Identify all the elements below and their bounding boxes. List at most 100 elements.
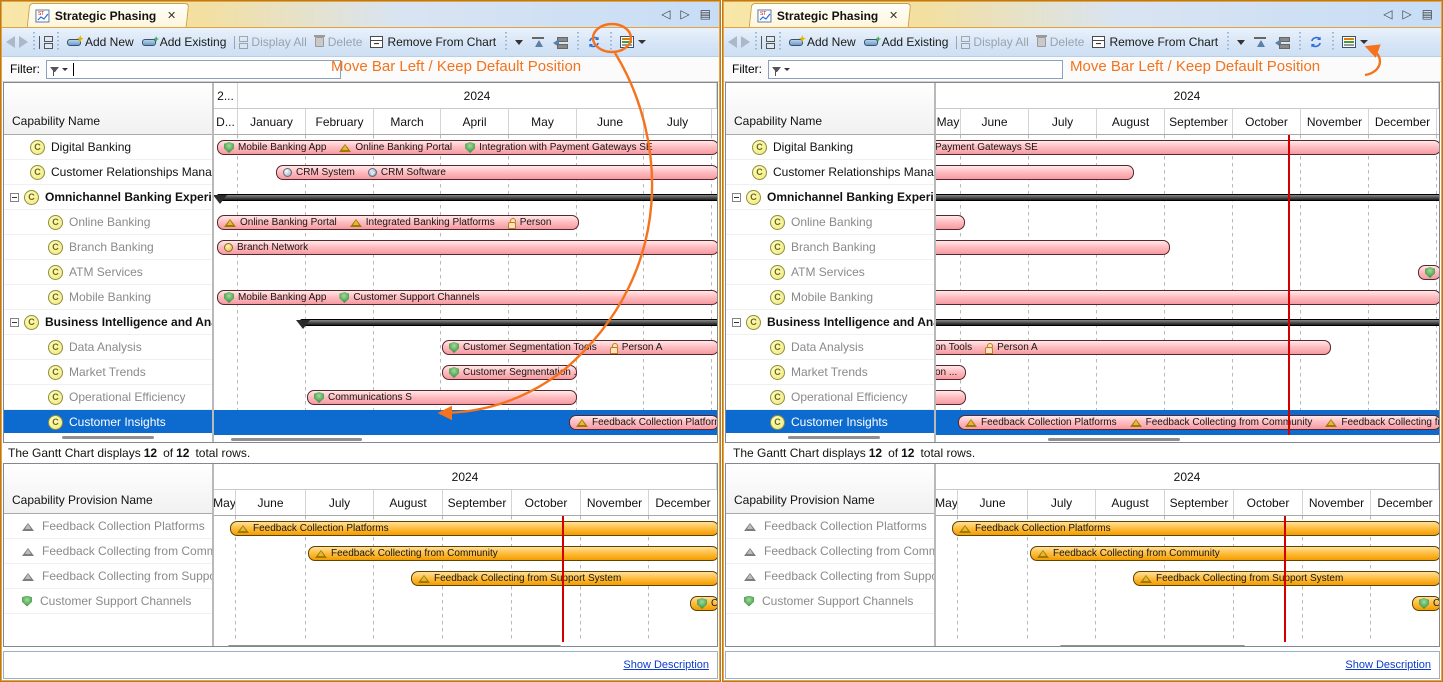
tree-row[interactable]: Feedback Collection Platforms: [4, 514, 212, 539]
gantt-bar[interactable]: Customer Segmentation ...: [442, 365, 577, 380]
back-icon[interactable]: [728, 36, 737, 48]
gantt-bar[interactable]: CRM SystemCRM Software: [276, 165, 717, 180]
tab-list-icon[interactable]: ▤: [1422, 7, 1433, 21]
tree-row[interactable]: Customer Support Channels: [726, 589, 934, 614]
gantt-row[interactable]: Feedback Collecting from Community: [936, 541, 1439, 566]
tree-row[interactable]: CBranch Banking: [4, 235, 212, 260]
select-in-containment-tree-icon[interactable]: [39, 36, 52, 49]
tree-row[interactable]: Feedback Collecting from Community: [4, 539, 212, 564]
chart-horizontal-scrollbar[interactable]: [936, 642, 1439, 646]
filter-input[interactable]: [768, 60, 1063, 79]
tab-scroll-left-icon[interactable]: ◁: [661, 7, 670, 21]
gantt-bar[interactable]: Feedback Collecting from Community: [308, 546, 717, 561]
gantt-row[interactable]: Customer Segmentation ToolsPerson A: [214, 335, 717, 360]
collapse-expander-icon[interactable]: [10, 193, 19, 202]
chart-options-dropdown[interactable]: [511, 38, 527, 47]
gantt-row[interactable]: Feedback Collecting from Community: [214, 541, 717, 566]
tree-horizontal-scrollbar[interactable]: [726, 433, 934, 442]
gantt-row[interactable]: on ...: [936, 360, 1439, 385]
filter-funnel-icon[interactable]: [772, 67, 781, 72]
tree-row[interactable]: CBusiness Intelligence and Analytics: [726, 310, 934, 335]
gantt-row[interactable]: C: [936, 260, 1439, 285]
filter-funnel-icon[interactable]: [50, 67, 59, 72]
filter-input[interactable]: [46, 60, 341, 79]
gantt-bar[interactable]: Online Banking PortalIntegrated Banking …: [217, 215, 579, 230]
add-new-button[interactable]: ✦ Add New: [63, 33, 138, 51]
scrollbar-thumb[interactable]: [1060, 645, 1245, 646]
gantt-row[interactable]: Mobile Banking AppCustomer Support Chann…: [214, 285, 717, 310]
tree-row[interactable]: CBusiness Intelligence and Analytics: [4, 310, 212, 335]
gantt-row[interactable]: Communications S: [214, 385, 717, 410]
tree-row[interactable]: CATM Services: [4, 260, 212, 285]
collapse-expander-icon[interactable]: [732, 318, 741, 327]
add-existing-button[interactable]: + Add Existing: [860, 33, 953, 51]
gantt-row[interactable]: [936, 385, 1439, 410]
gantt-bar[interactable]: [936, 290, 1439, 305]
gantt-row[interactable]: Customer Segmentation ...: [214, 360, 717, 385]
tree-row[interactable]: Feedback Collecting from Support System: [726, 564, 934, 589]
tree-row[interactable]: CDigital Banking: [4, 135, 212, 160]
gantt-bar[interactable]: on ToolsPerson A: [936, 340, 1331, 355]
gantt-row[interactable]: [936, 185, 1439, 210]
gantt-bar[interactable]: Cu: [690, 596, 717, 611]
gantt-row[interactable]: [936, 160, 1439, 185]
chart-options-dropdown[interactable]: [1233, 38, 1249, 47]
gantt-bar[interactable]: Feedback Collection Platforms: [230, 521, 717, 536]
gantt-bar[interactable]: Feedback Collection PlatformsFeedback Co…: [958, 415, 1439, 430]
tree-row[interactable]: CCustomer Relationships Management: [4, 160, 212, 185]
delete-button[interactable]: Delete: [1033, 33, 1089, 51]
gantt-row[interactable]: Feedback Collecting from Support System: [214, 566, 717, 591]
tree-row[interactable]: COmnichannel Banking Experience: [726, 185, 934, 210]
summary-bar[interactable]: [936, 194, 1439, 201]
scrollbar-thumb[interactable]: [1048, 438, 1180, 441]
keep-default-position-button[interactable]: [1249, 34, 1271, 51]
gantt-bar[interactable]: C: [1418, 265, 1439, 280]
show-description-link[interactable]: Show Description: [1345, 659, 1431, 671]
tree-row[interactable]: CMobile Banking: [726, 285, 934, 310]
gantt-row[interactable]: [214, 260, 717, 285]
summary-bar[interactable]: [300, 319, 717, 326]
tree-row[interactable]: CMobile Banking: [4, 285, 212, 310]
gantt-bar[interactable]: Mobile Banking AppCustomer Support Chann…: [217, 290, 717, 305]
gantt-row[interactable]: Mobile Banking AppOnline Banking PortalI…: [214, 135, 717, 160]
refresh-button[interactable]: [583, 33, 605, 51]
chart-horizontal-scrollbar[interactable]: [214, 642, 717, 646]
tab-strategic-phasing[interactable]: ST Strategic Phasing ✕: [749, 3, 911, 27]
view-options-button[interactable]: [1338, 34, 1372, 50]
select-in-containment-tree-icon[interactable]: [761, 36, 774, 49]
forward-icon[interactable]: [19, 36, 28, 48]
gantt-bar[interactable]: Communications S: [307, 390, 577, 405]
tree-row[interactable]: Customer Support Channels: [4, 589, 212, 614]
tree-row[interactable]: CData Analysis: [4, 335, 212, 360]
tab-list-icon[interactable]: ▤: [700, 7, 711, 21]
gantt-row[interactable]: Branch Network: [214, 235, 717, 260]
gantt-row[interactable]: Feedback Collection Platforms: [214, 410, 717, 435]
tree-row[interactable]: CMarket Trends: [4, 360, 212, 385]
tree-row[interactable]: COmnichannel Banking Experience: [4, 185, 212, 210]
gantt-bar[interactable]: Payment Gateways SE: [936, 140, 1439, 155]
chart-horizontal-scrollbar[interactable]: [936, 435, 1439, 442]
gantt-bar[interactable]: [936, 165, 1134, 180]
move-bar-left-button[interactable]: [549, 34, 572, 51]
show-description-link[interactable]: Show Description: [623, 659, 709, 671]
gantt-row[interactable]: [214, 185, 717, 210]
gantt-bar[interactable]: Feedback Collection Platforms: [569, 415, 717, 430]
tab-scroll-right-icon[interactable]: ▷: [1402, 7, 1411, 21]
tree-row[interactable]: CATM Services: [726, 260, 934, 285]
tree-row[interactable]: COnline Banking: [726, 210, 934, 235]
display-all-button[interactable]: Display All: [952, 33, 1032, 51]
display-all-button[interactable]: Display All: [230, 33, 310, 51]
scrollbar-thumb[interactable]: [228, 645, 561, 646]
collapse-expander-icon[interactable]: [732, 193, 741, 202]
tree-horizontal-scrollbar[interactable]: [4, 433, 212, 442]
delete-button[interactable]: Delete: [311, 33, 367, 51]
tab-scroll-left-icon[interactable]: ◁: [1383, 7, 1392, 21]
keep-default-position-button[interactable]: [527, 34, 549, 51]
gantt-row[interactable]: on ToolsPerson A: [936, 335, 1439, 360]
remove-from-chart-button[interactable]: Remove From Chart: [366, 33, 500, 51]
tree-row[interactable]: CMarket Trends: [726, 360, 934, 385]
tree-row[interactable]: COperational Efficiency: [4, 385, 212, 410]
gantt-bar[interactable]: on ...: [936, 365, 966, 380]
scrollbar-thumb[interactable]: [231, 438, 362, 441]
tree-row[interactable]: CCustomer Relationships Management: [726, 160, 934, 185]
